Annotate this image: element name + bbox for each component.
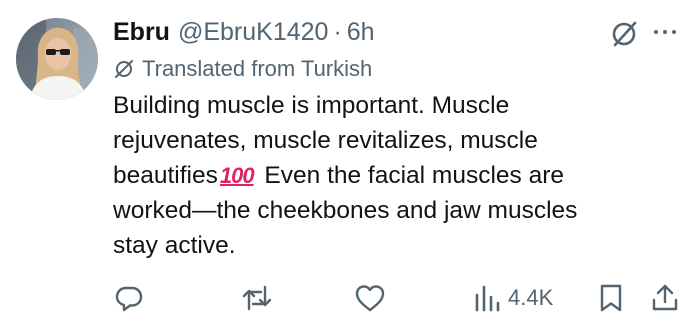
retweet-icon <box>242 285 272 311</box>
more-options-icon[interactable] <box>651 22 679 42</box>
action-bar: 4.4K <box>0 280 700 316</box>
bookmark-icon <box>600 284 622 312</box>
user-handle[interactable]: @EbruK1420 <box>178 18 328 47</box>
reply-icon <box>115 286 143 312</box>
bookmark-button[interactable] <box>598 280 624 316</box>
tweet-line: Building muscle is important. Muscle <box>113 92 510 119</box>
grok-icon[interactable] <box>608 18 640 50</box>
views-button[interactable]: 4.4K <box>474 280 553 316</box>
tweet-line: beautifies100 Even the facial muscles ar… <box>113 158 683 193</box>
translate-icon <box>115 60 133 78</box>
retweet-button[interactable] <box>241 280 273 316</box>
tweet-text: Building muscle is important. Muscle rej… <box>113 88 683 263</box>
like-button[interactable] <box>354 280 386 316</box>
display-name[interactable]: Ebru <box>113 18 170 47</box>
reply-button[interactable] <box>114 280 144 316</box>
timestamp[interactable]: 6h <box>347 18 375 47</box>
tweet-line-part: beautifies <box>113 162 218 189</box>
tweet-line: stay active. <box>113 232 236 259</box>
like-icon <box>355 285 385 312</box>
translation-label: Translated from Turkish <box>142 56 373 81</box>
views-count: 4.4K <box>508 285 554 310</box>
tweet-line-part: Even the facial muscles are <box>257 162 565 189</box>
user-avatar-icon <box>16 18 98 100</box>
tweet-line: rejuvenates, muscle revitalizes, muscle <box>113 127 538 154</box>
share-button[interactable] <box>651 280 679 316</box>
tweet-header: Ebru @EbruK1420 · 6h <box>113 14 375 50</box>
views-icon <box>475 285 500 312</box>
separator-dot: · <box>333 17 342 46</box>
translation-note[interactable]: Translated from Turkish <box>113 54 372 84</box>
tweet-line: worked—the cheekbones and jaw muscles <box>113 197 578 224</box>
avatar[interactable] <box>16 18 98 100</box>
hundred-points-emoji: 100 <box>219 163 255 188</box>
tweet-card[interactable]: Ebru @EbruK1420 · 6h Translated from Tur… <box>0 0 700 331</box>
share-icon <box>652 284 678 311</box>
